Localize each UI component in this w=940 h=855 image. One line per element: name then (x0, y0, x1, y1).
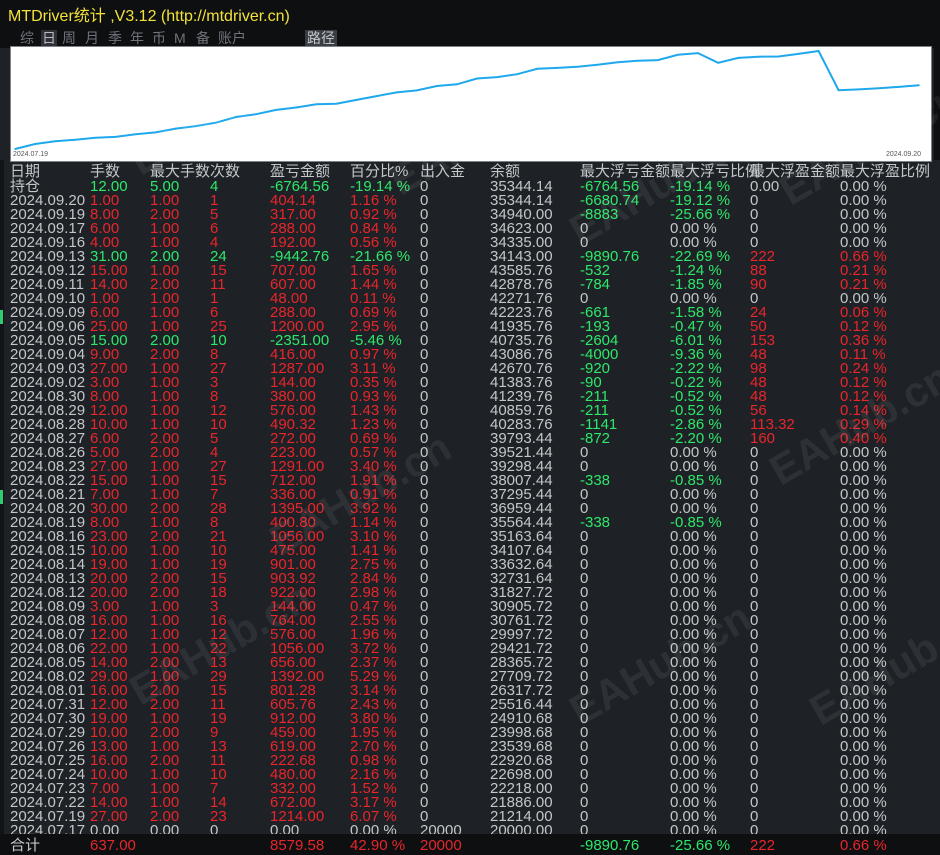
chart-end-date: 2024.09.20 (885, 151, 921, 158)
totals-cell: 222 (750, 837, 776, 854)
balance-point (797, 53, 800, 55)
balance-point (14, 148, 16, 150)
balance-point (275, 109, 278, 111)
balance-point (335, 102, 338, 105)
balance-point (717, 62, 719, 64)
balance-point (395, 91, 398, 94)
tab-6[interactable]: 币 (152, 30, 166, 46)
side-marker (0, 490, 3, 504)
balance-point (576, 66, 579, 68)
balance-point (837, 89, 840, 91)
tab-7[interactable]: M (174, 30, 186, 46)
chart-start-date: 2024.07.19 (13, 151, 49, 158)
balance-point (154, 131, 157, 134)
totals-cell: -25.66 % (670, 837, 731, 854)
balance-point (496, 76, 498, 78)
balance-point (195, 125, 197, 127)
period-tabs: 综日周月季年币 M 备账户 路径 (0, 28, 940, 48)
column-header[interactable]: 最大浮亏金额 (580, 164, 670, 179)
window-title: MTDriver统计 ,V3.12 (http://mtdriver.cn) (8, 8, 290, 25)
totals-cell: 8579.58 (270, 837, 325, 854)
balance-point (174, 127, 177, 130)
side-gutter (0, 160, 4, 855)
balance-point (315, 103, 318, 106)
balance-point (416, 89, 418, 92)
balance-point (657, 59, 659, 61)
totals-cell: 20000 (420, 837, 462, 854)
balance-point (34, 143, 36, 145)
tab-1[interactable]: 日 (41, 30, 57, 46)
totals-cell: -9890.76 (580, 837, 640, 854)
column-header[interactable]: 最大浮亏比例 (670, 164, 760, 179)
balance-point (878, 87, 880, 89)
balance-point (355, 99, 358, 101)
tab-3[interactable]: 月 (85, 30, 99, 46)
balance-point (677, 54, 679, 56)
balance-point (777, 55, 780, 58)
balance-point (757, 55, 760, 58)
balance-point (536, 68, 539, 70)
balance-point (817, 50, 820, 52)
balance-point (637, 59, 639, 62)
tab-4[interactable]: 季 (108, 30, 122, 46)
tab-9[interactable]: 账户 (218, 30, 246, 46)
column-header[interactable]: 日期 (10, 164, 40, 179)
balance-point (94, 137, 97, 139)
tab-route[interactable]: 路径 (305, 30, 337, 46)
totals-row: 合计 637.00 8579.58 42.90 % 20000 -9890.76 -25.6… (0, 834, 940, 855)
balance-line-chart (14, 49, 920, 150)
tab-8[interactable]: 备 (196, 30, 210, 46)
column-header[interactable]: 最大手数 (150, 164, 210, 179)
balance-point (596, 63, 599, 66)
balance-point (556, 67, 559, 69)
balance-point (134, 133, 137, 136)
balance-point (476, 77, 478, 80)
column-header[interactable]: 百分比% (350, 164, 408, 179)
column-header[interactable]: 盈亏金额 (270, 164, 330, 179)
tab-2[interactable]: 周 (62, 30, 76, 46)
balance-point (697, 52, 699, 54)
balance-chart: 2024.07.19 2024.09.20 (10, 46, 932, 162)
balance-point (516, 73, 518, 75)
balance-point (235, 116, 237, 118)
balance-point (375, 95, 378, 97)
column-header[interactable]: 手数 (90, 164, 120, 179)
balance-point (456, 83, 458, 86)
tab-5[interactable]: 年 (130, 30, 144, 46)
totals-cell: 合计 (10, 837, 41, 854)
balance-point (918, 84, 920, 86)
column-header[interactable]: 余额 (490, 164, 520, 179)
table-header: 日期 手数 最大手数 次数 盈亏金额 百分比% 出入金 余额 最大浮亏金额 最大浮亏比例 最大浮盈金… (10, 164, 940, 179)
balance-point (255, 113, 257, 115)
vertical-scrollbar[interactable] (934, 46, 940, 160)
balance-point (215, 121, 217, 124)
balance-point (857, 88, 860, 91)
balance-series-line (14, 49, 920, 150)
title-bar: MTDriver统计 ,V3.12 (http://mtdriver.cn) (0, 0, 940, 28)
column-header[interactable]: 出入金 (420, 164, 465, 179)
balance-point (436, 85, 438, 87)
tab-0[interactable]: 综 (20, 30, 34, 46)
balance-point (74, 139, 77, 141)
balance-point (54, 140, 56, 142)
column-header[interactable]: 次数 (210, 164, 240, 179)
balance-point (114, 136, 117, 138)
totals-cell: 0.66 % (840, 837, 887, 854)
balance-point (295, 106, 298, 109)
totals-cell: 42.90 % (350, 837, 406, 854)
balance-point (898, 86, 900, 88)
column-header[interactable]: 最大浮盈金额 (750, 164, 840, 179)
column-header[interactable]: 最大浮盈比例 (840, 164, 930, 179)
totals-cell: 637.00 (90, 837, 136, 854)
balance-point (737, 57, 739, 59)
balance-point (616, 61, 619, 64)
side-marker (0, 310, 3, 324)
app-window: MTDriver统计 ,V3.12 (http://mtdriver.cn) 综… (0, 0, 940, 855)
